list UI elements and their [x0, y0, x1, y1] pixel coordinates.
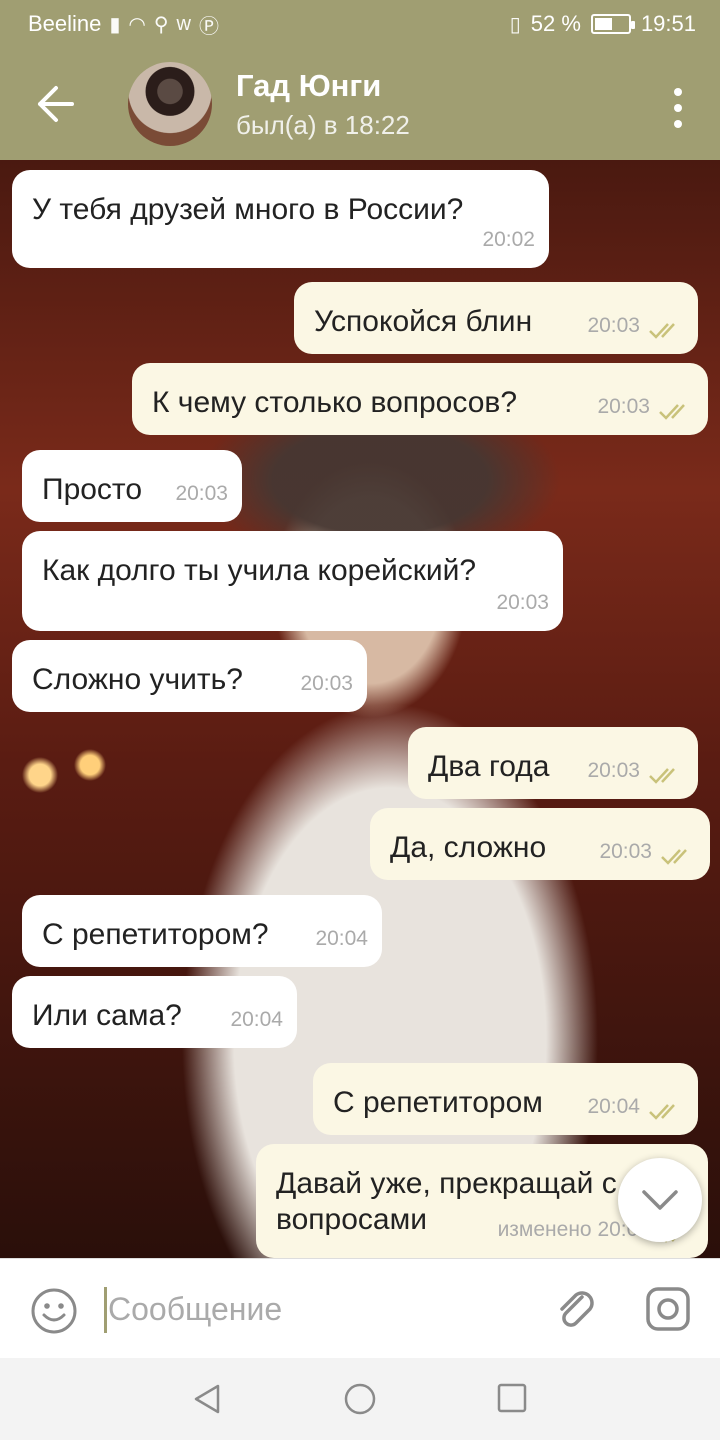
message-text: Успокойся блин	[314, 305, 533, 338]
vibrate-icon: ▯	[509, 13, 521, 36]
message-time: 20:04	[315, 927, 368, 950]
chevron-down-icon	[642, 1190, 678, 1210]
message-time: 20:03	[587, 314, 640, 337]
message-text: Два года	[428, 750, 550, 783]
message-time: 20:03	[175, 482, 228, 505]
pinterest-notification-icon: Ⓟ	[198, 15, 219, 38]
dot-icon	[674, 120, 682, 128]
message-bubble-outgoing[interactable]: Да, сложно 20:03	[370, 808, 710, 880]
message-bubble-outgoing[interactable]: Успокойся блин 20:03	[294, 282, 698, 354]
double-check-icon	[648, 1097, 684, 1120]
more-options-button[interactable]	[672, 88, 684, 128]
message-text: Сложно учить?	[32, 663, 243, 696]
emoji-button[interactable]	[30, 1287, 78, 1335]
camera-button[interactable]	[644, 1285, 692, 1333]
app-notification-icon: w	[176, 12, 191, 35]
message-time: 20:03	[587, 759, 640, 782]
text-cursor	[104, 1287, 107, 1333]
status-bar: Beeline ▮ ◠ ⚲ w Ⓟ ▯ 52 % 19:51	[0, 0, 720, 48]
message-time: 20:03	[300, 672, 353, 695]
message-text: С репетитором?	[42, 918, 269, 951]
avatar[interactable]	[128, 62, 212, 146]
nav-recent-apps-icon[interactable]	[496, 1382, 528, 1414]
nav-home-icon[interactable]	[343, 1382, 377, 1416]
battery-icon	[590, 14, 635, 34]
nav-back-icon[interactable]	[190, 1382, 224, 1416]
message-composer	[0, 1258, 720, 1358]
message-bubble-incoming[interactable]: Просто 20:03	[22, 450, 242, 522]
system-navigation-bar	[0, 1358, 720, 1440]
chat-messages-area[interactable]: У тебя друзей много в России? 20:02 Успо…	[0, 160, 720, 1258]
last-seen-status: был(а) в 18:22	[236, 110, 410, 140]
signal-icon: ▮	[109, 13, 121, 36]
dot-icon	[674, 104, 682, 112]
contact-name[interactable]: Гад Юнги	[236, 68, 381, 104]
chat-header: Гад Юнги был(а) в 18:22	[0, 48, 720, 160]
battery-percent: 52 %	[530, 11, 581, 36]
back-button[interactable]	[34, 84, 78, 124]
message-bubble-incoming[interactable]: У тебя друзей много в России? 20:02	[12, 170, 549, 268]
message-text: Просто	[42, 473, 143, 506]
message-time: 20:03	[599, 840, 652, 863]
message-text: У тебя друзей много в России?	[32, 193, 464, 226]
attach-button[interactable]	[552, 1285, 600, 1333]
message-time: 20:04	[587, 1095, 640, 1118]
camera-icon	[646, 1287, 690, 1331]
message-text: К чему столько вопросов?	[152, 386, 518, 419]
message-bubble-outgoing[interactable]: К чему столько вопросов? 20:03	[132, 363, 708, 435]
smiley-icon	[31, 1288, 77, 1334]
wifi-icon: ◠	[128, 13, 146, 36]
message-time: 20:04	[230, 1008, 283, 1031]
clock: 19:51	[640, 11, 696, 36]
message-text: Как долго ты учила корейский?	[42, 554, 477, 587]
arrow-left-icon	[38, 86, 74, 122]
message-time: 20:03	[496, 591, 549, 614]
message-time: 20:03	[597, 395, 650, 418]
double-check-icon	[648, 316, 684, 339]
double-check-icon	[660, 842, 696, 865]
carrier-label: Beeline	[28, 11, 102, 36]
message-bubble-outgoing[interactable]: Два года 20:03	[408, 727, 698, 799]
double-check-icon	[658, 397, 694, 420]
message-input[interactable]	[108, 1283, 528, 1335]
double-check-icon	[648, 761, 684, 784]
paperclip-icon	[560, 1291, 594, 1327]
message-bubble-incoming[interactable]: Или сама? 20:04	[12, 976, 297, 1048]
message-bubble-incoming[interactable]: С репетитором? 20:04	[22, 895, 382, 967]
message-bubble-outgoing[interactable]: С репетитором 20:04	[313, 1063, 698, 1135]
message-text: С репетитором	[333, 1086, 543, 1119]
dot-icon	[674, 88, 682, 96]
message-bubble-incoming[interactable]: Сложно учить? 20:03	[12, 640, 367, 712]
message-bubble-incoming[interactable]: Как долго ты учила корейский? 20:03	[22, 531, 563, 631]
message-text: Или сама?	[32, 999, 182, 1032]
search-notification-icon: ⚲	[153, 13, 169, 36]
scroll-down-button[interactable]	[618, 1158, 702, 1242]
message-text: Да, сложно	[390, 831, 547, 864]
message-time: 20:02	[482, 228, 535, 251]
